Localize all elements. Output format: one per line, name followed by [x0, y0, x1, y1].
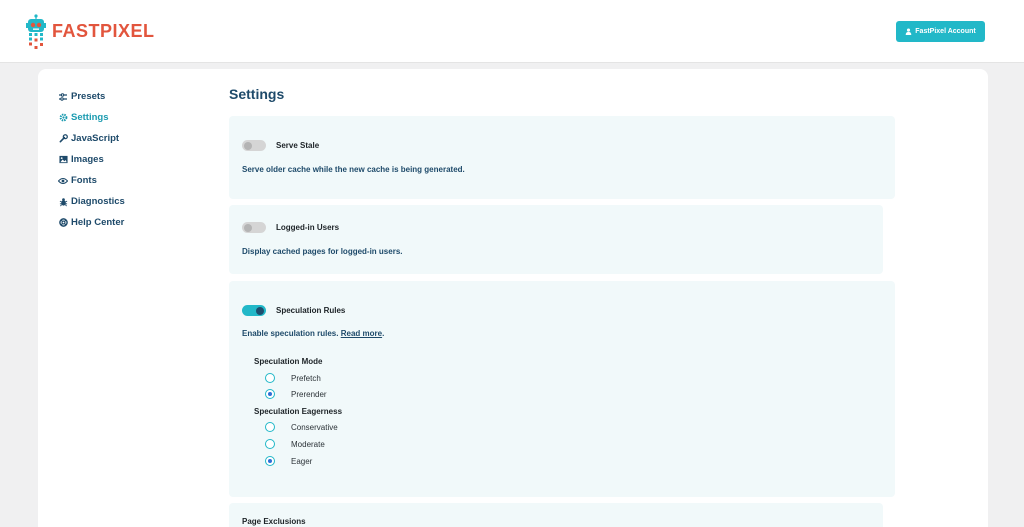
- radio-label-prefetch: Prefetch: [291, 374, 321, 383]
- settings-panel: Presets Settings JavaScript Images Fonts: [38, 69, 988, 527]
- bug-icon: [58, 197, 68, 207]
- sidebar-item-settings[interactable]: Settings: [58, 107, 125, 128]
- page-title: Settings: [229, 86, 285, 102]
- radio-label-conservative: Conservative: [291, 423, 338, 432]
- top-bar: FASTPIXEL FastPixel Account: [0, 0, 1024, 63]
- logged-in-users-toggle[interactable]: [242, 222, 266, 233]
- read-more-link[interactable]: Read more: [341, 329, 382, 338]
- sidebar-item-javascript[interactable]: JavaScript: [58, 128, 125, 149]
- sidebar-item-label: Diagnostics: [71, 196, 125, 207]
- radio-moderate[interactable]: [265, 439, 275, 449]
- radio-conservative[interactable]: [265, 422, 275, 432]
- radio-prefetch[interactable]: [265, 373, 275, 383]
- speculation-rules-description: Enable speculation rules. Read more.: [242, 329, 384, 338]
- sidebar-item-fonts[interactable]: Fonts: [58, 170, 125, 191]
- sidebar-item-images[interactable]: Images: [58, 149, 125, 170]
- toggle-knob: [244, 141, 252, 150]
- speculation-rules-card: Speculation Rules Enable speculation rul…: [229, 281, 895, 497]
- logo-wordmark: FASTPIXEL: [52, 21, 155, 42]
- sidebar-item-presets[interactable]: Presets: [58, 86, 125, 107]
- sidebar-item-label: Presets: [71, 91, 106, 102]
- fastpixel-account-button[interactable]: FastPixel Account: [896, 21, 985, 42]
- radio-prerender[interactable]: [265, 389, 275, 399]
- sidebar-item-label: Help Center: [71, 217, 125, 228]
- radio-label-prerender: Prerender: [291, 390, 327, 399]
- description-text: Enable speculation rules.: [242, 329, 339, 338]
- user-icon: [905, 28, 912, 35]
- logged-in-users-description: Display cached pages for logged-in users…: [242, 247, 403, 256]
- sidebar-item-label: Fonts: [71, 175, 97, 186]
- speculation-rules-label: Speculation Rules: [276, 306, 346, 315]
- toggle-knob: [244, 223, 252, 232]
- presets-icon: [58, 92, 68, 102]
- eye-icon: [58, 176, 68, 186]
- sidebar-item-label: Images: [71, 154, 104, 165]
- sidebar-nav: Presets Settings JavaScript Images Fonts: [58, 86, 125, 233]
- sidebar-item-help-center[interactable]: Help Center: [58, 212, 125, 233]
- gear-icon: [58, 113, 68, 123]
- robot-logo-icon: [26, 14, 46, 49]
- serve-stale-description: Serve older cache while the new cache is…: [242, 165, 465, 174]
- sidebar-item-label: JavaScript: [71, 133, 120, 144]
- wrench-icon: [58, 134, 68, 144]
- page-exclusions-label: Page Exclusions: [242, 517, 306, 526]
- speculation-rules-toggle[interactable]: [242, 305, 266, 316]
- image-icon: [58, 155, 68, 165]
- lifebuoy-icon: [58, 218, 68, 228]
- serve-stale-toggle[interactable]: [242, 140, 266, 151]
- serve-stale-label: Serve Stale: [276, 141, 320, 150]
- page-exclusions-card: Page Exclusions: [229, 503, 883, 527]
- logo-text-fast: FAST: [52, 20, 101, 41]
- logged-in-users-label: Logged-in Users: [276, 223, 340, 232]
- radio-label-moderate: Moderate: [291, 440, 325, 449]
- serve-stale-card: Serve Stale Serve older cache while the …: [229, 116, 895, 199]
- sidebar-item-label: Settings: [71, 112, 109, 123]
- sidebar-item-diagnostics[interactable]: Diagnostics: [58, 191, 125, 212]
- logo-text-pixel: PIXEL: [100, 20, 155, 41]
- toggle-knob: [256, 306, 264, 315]
- account-button-label: FastPixel Account: [915, 28, 976, 35]
- logged-in-users-card: Logged-in Users Display cached pages for…: [229, 205, 883, 274]
- speculation-eagerness-label: Speculation Eagerness: [254, 407, 343, 416]
- fastpixel-logo[interactable]: FASTPIXEL: [26, 13, 155, 51]
- speculation-mode-label: Speculation Mode: [254, 357, 323, 366]
- radio-label-eager: Eager: [291, 457, 313, 466]
- radio-eager[interactable]: [265, 456, 275, 466]
- description-period: .: [382, 329, 385, 338]
